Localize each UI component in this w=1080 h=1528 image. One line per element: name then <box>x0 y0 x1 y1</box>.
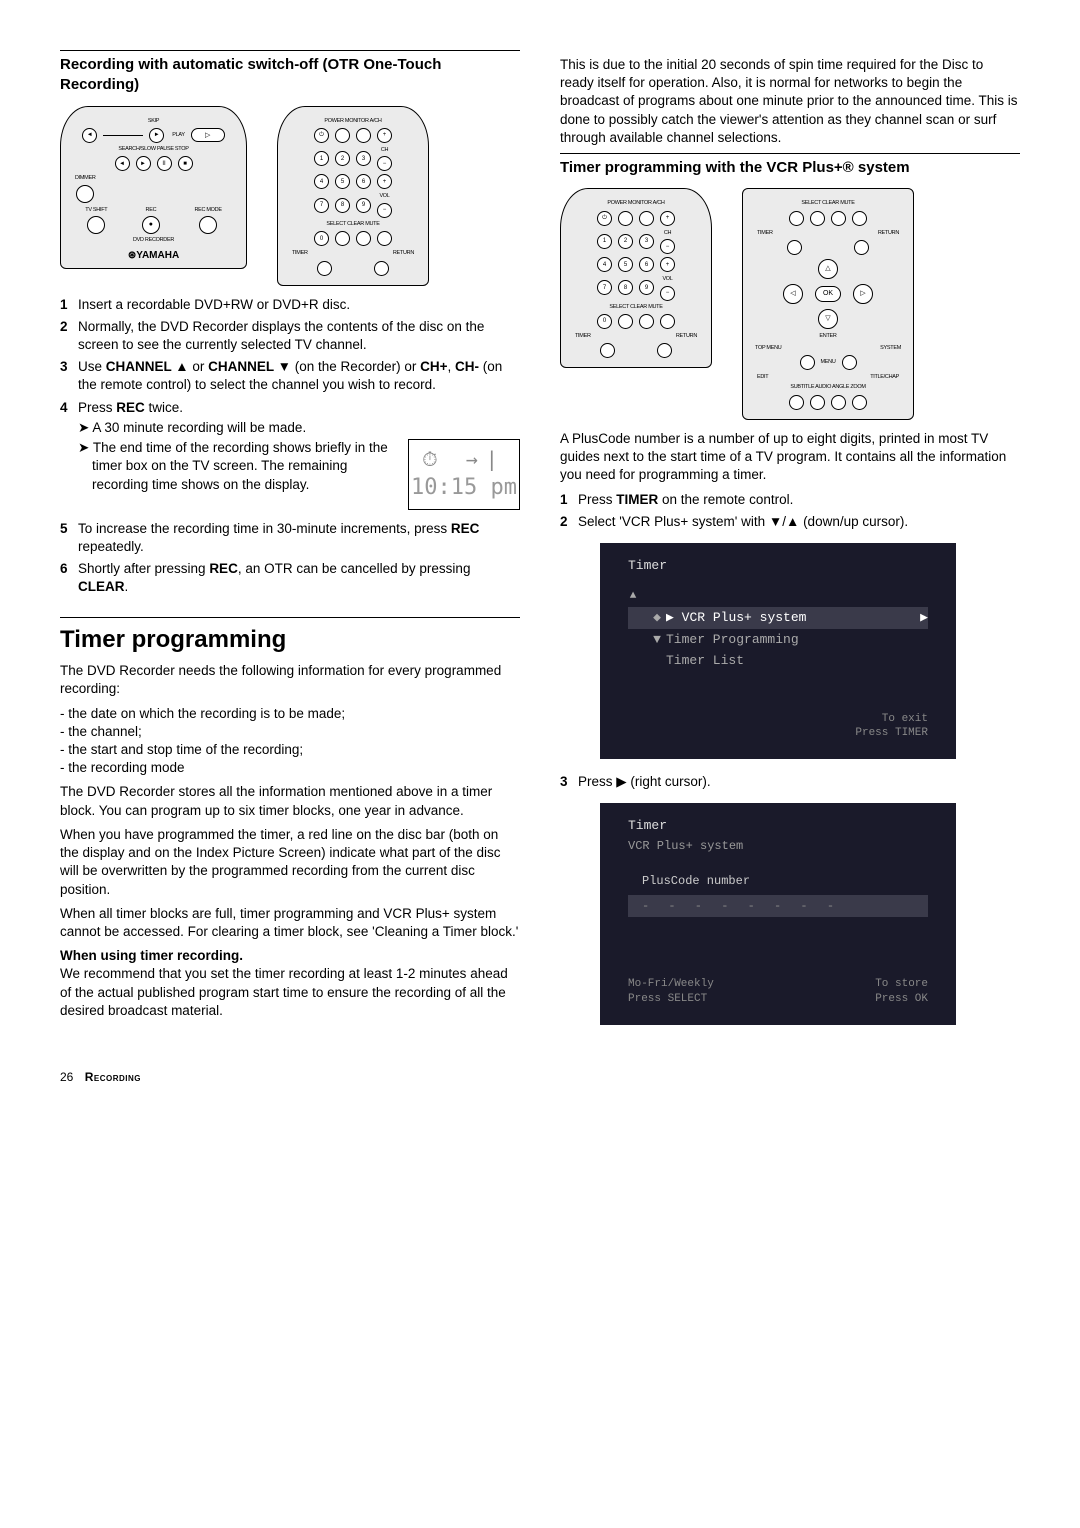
return-button <box>374 261 389 276</box>
tp-intro: The DVD Recorder needs the following inf… <box>60 662 520 698</box>
osd-item-timerlist: Timer List <box>628 650 928 672</box>
brand-logo: ⊛YAMAHA <box>71 249 236 263</box>
remote-numeric-2: POWER MONITOR A/CH ⏻+ 123CH− 456+ 789VOL… <box>560 188 712 368</box>
power-icon: ⏻ <box>597 211 612 226</box>
num-9: 9 <box>356 198 371 213</box>
remote-figures-otr: SKIP ◄ ► PLAY ▷ SEARCH/SLOW PAUSE STOP ◄… <box>60 106 520 286</box>
osd-timer-menu: Timer ▲ ◆▶ VCR Plus+ system▶ ▼Timer Prog… <box>600 543 956 759</box>
cursor-right-icon: ▷ <box>853 284 873 304</box>
skip-back-icon: ◄ <box>82 128 97 143</box>
ch-plus-icon: + <box>377 128 392 143</box>
num-2: 2 <box>335 151 350 166</box>
num-0: 0 <box>314 231 329 246</box>
search-back-icon: ◄ <box>115 156 130 171</box>
ach-button <box>356 128 371 143</box>
osd-item-timerprog: ▼Timer Programming <box>628 629 928 651</box>
mute-icon <box>377 231 392 246</box>
stop-icon: ■ <box>178 156 193 171</box>
num-6: 6 <box>356 174 371 189</box>
num-1: 1 <box>314 151 329 166</box>
vol-plus-icon: + <box>377 174 392 189</box>
spin-time-para: This is due to the initial 20 seconds of… <box>560 56 1020 147</box>
ok-button: OK <box>815 286 841 302</box>
pause-icon: II <box>157 156 172 171</box>
remote-nav: SELECT CLEAR MUTE TIMERRETURN △ ▽ ◁ ▷ OK… <box>742 188 914 420</box>
monitor-button <box>335 128 350 143</box>
tp-p4: When all timer blocks are full, timer pr… <box>60 905 520 941</box>
num-8: 8 <box>335 198 350 213</box>
osd-item-vcrplus: ◆▶ VCR Plus+ system▶ <box>628 607 928 629</box>
otr-steps: 1Insert a recordable DVD+RW or DVD+R dis… <box>60 296 520 597</box>
step4-sub1: A 30 minute recording will be made. <box>78 419 520 437</box>
pluscode-field: - - - - - - - - <box>628 895 928 917</box>
cursor-up-icon: △ <box>818 259 838 279</box>
clock-figure: ⏱ →| 10:15 pm <box>408 439 520 510</box>
recmode-button <box>199 216 217 234</box>
pluscode-para: A PlusCode number is a number of up to e… <box>560 430 1020 485</box>
otr-heading: Recording with automatic switch-off (OTR… <box>60 50 520 96</box>
tp-bullets: - the date on which the recording is to … <box>60 705 520 778</box>
page-footer: 26 Recording <box>60 1069 1020 1085</box>
vcrplus-step3: 3Press ▶ (right cursor). <box>560 773 1020 791</box>
tp-p3: When you have programmed the timer, a re… <box>60 826 520 899</box>
search-fwd-icon: ► <box>136 156 151 171</box>
remote-figures-vcrplus: POWER MONITOR A/CH ⏻+ 123CH− 456+ 789VOL… <box>560 188 1020 420</box>
play-icon: ▷ <box>191 128 225 142</box>
num-4: 4 <box>314 174 329 189</box>
tp-p2: The DVD Recorder stores all the informat… <box>60 783 520 819</box>
tvshift-button <box>87 216 105 234</box>
power-icon: ⏻ <box>314 128 329 143</box>
ch-minus-icon: − <box>377 156 392 171</box>
num-5: 5 <box>335 174 350 189</box>
vcrplus-heading: Timer programming with the VCR Plus+® sy… <box>560 153 1020 178</box>
tp-p5: When using timer recording.We recommend … <box>60 947 520 1020</box>
remote-numeric: POWER MONITOR A/CH ⏻ + 1 2 3 CH− 4 5 6 <box>277 106 429 286</box>
timer-button <box>317 261 332 276</box>
cursor-down-icon: ▽ <box>818 309 838 329</box>
num-3: 3 <box>356 151 371 166</box>
num-7: 7 <box>314 198 329 213</box>
remote-transport: SKIP ◄ ► PLAY ▷ SEARCH/SLOW PAUSE STOP ◄… <box>60 106 247 270</box>
select-button <box>335 231 350 246</box>
rec-button: ● <box>142 216 160 234</box>
cursor-left-icon: ◁ <box>783 284 803 304</box>
skip-fwd-icon: ► <box>149 128 164 143</box>
timer-prog-heading: Timer programming <box>60 617 520 656</box>
dimmer-button <box>76 185 94 203</box>
vol-minus-icon: − <box>377 203 392 218</box>
osd-pluscode-entry: Timer VCR Plus+ system PlusCode number -… <box>600 803 956 1025</box>
clear-button <box>356 231 371 246</box>
vcrplus-steps-a: 1Press TIMER on the remote control. 2Sel… <box>560 491 1020 531</box>
